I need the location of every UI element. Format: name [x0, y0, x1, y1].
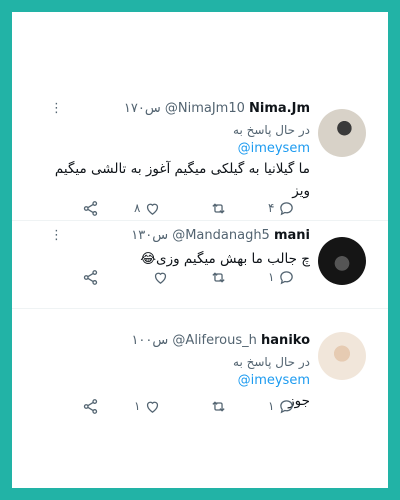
- tweet-time: ۱۰۰س: [131, 333, 169, 348]
- more-icon[interactable]: ⋮: [50, 100, 64, 118]
- reply-icon: [280, 201, 294, 215]
- tweet-time: ۱۷۰س: [123, 101, 161, 116]
- reply-button[interactable]: ۱: [268, 267, 295, 287]
- like-button[interactable]: [148, 267, 169, 287]
- like-button[interactable]: ۸: [134, 198, 161, 218]
- like-icon: [154, 272, 167, 284]
- reply-to-label: در حال پاسخ به: [233, 355, 310, 369]
- tweet-actions: ۱: [12, 267, 388, 287]
- user-handle[interactable]: @Mandanagh5: [172, 228, 270, 243]
- reply-count: ۱: [268, 399, 275, 413]
- tweet-thread-card: ⋮ ۱۷۰س @NimaJm10 Nima.Jm در حال پاسخ به …: [12, 12, 388, 488]
- mention-link[interactable]: @imeysem: [238, 140, 310, 158]
- reply-count: ۱: [268, 270, 275, 284]
- share-icon[interactable]: [82, 396, 99, 416]
- more-icon[interactable]: ⋮: [50, 227, 64, 245]
- tweet-nima[interactable]: ⋮ ۱۷۰س @NimaJm10 Nima.Jm در حال پاسخ به …: [12, 100, 388, 212]
- retweet-icon: [212, 400, 225, 412]
- like-button[interactable]: ۱: [134, 396, 161, 416]
- share-icon[interactable]: [82, 198, 99, 218]
- retweet-button[interactable]: [210, 267, 231, 287]
- tweet-header: ۱۷۰س @NimaJm10 Nima.Jm: [124, 100, 310, 118]
- tweet-header: ۱۰۰س @Aliferous_h haniko: [131, 332, 310, 350]
- user-name[interactable]: haniko: [261, 333, 310, 348]
- like-count: ۸: [134, 201, 141, 215]
- share-icon[interactable]: [82, 267, 99, 287]
- mention-link[interactable]: @imeysem: [238, 372, 310, 390]
- reply-button[interactable]: ۴: [268, 198, 295, 218]
- retweet-button[interactable]: [210, 198, 231, 218]
- reply-icon: [280, 399, 294, 413]
- tweet-time: ۱۳۰س: [131, 228, 169, 243]
- tweet-haniko[interactable]: ۱۰۰س @Aliferous_h haniko در حال پاسخ به …: [12, 332, 388, 409]
- user-name[interactable]: Nima.Jm: [249, 101, 310, 116]
- tweet-text: ما گیلانیا به گیلکی میگیم آغوز به تالشی …: [20, 158, 310, 202]
- divider: [12, 308, 388, 309]
- user-handle[interactable]: @Aliferous_h: [172, 333, 256, 348]
- reply-count: ۴: [268, 201, 275, 215]
- reply-icon: [280, 270, 294, 284]
- like-count: ۱: [134, 399, 141, 413]
- avatar[interactable]: [318, 332, 366, 380]
- like-icon: [147, 401, 159, 413]
- user-handle[interactable]: @NimaJm10: [165, 101, 245, 116]
- retweet-icon: [212, 202, 225, 214]
- divider: [12, 220, 388, 221]
- reply-to-label: در حال پاسخ به: [233, 123, 310, 137]
- avatar[interactable]: [318, 109, 366, 157]
- tweet-header: ۱۳۰س @Mandanagh5 mani: [131, 227, 310, 245]
- retweet-icon: [212, 271, 225, 283]
- retweet-button[interactable]: [210, 396, 231, 416]
- reply-button[interactable]: ۱: [268, 396, 295, 416]
- tweet-actions: ۸ ۴: [12, 198, 388, 218]
- tweet-actions: ۱ ۱: [12, 396, 388, 416]
- user-name[interactable]: mani: [274, 228, 310, 243]
- tweet-text-line: ما گیلانیا به گیلکی میگیم آغوز به تالشی …: [54, 161, 310, 177]
- like-icon: [147, 203, 159, 215]
